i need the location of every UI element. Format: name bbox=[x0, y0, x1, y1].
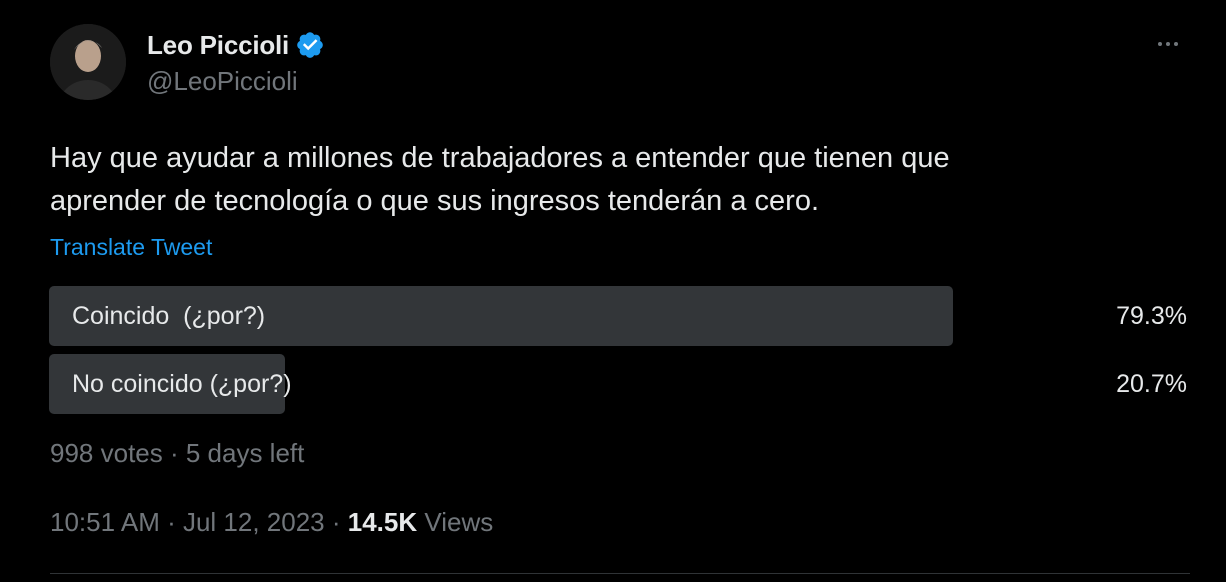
avatar-image bbox=[50, 24, 126, 100]
tweet-text: Hay que ayudar a millones de trabajadore… bbox=[50, 142, 950, 217]
avatar[interactable] bbox=[50, 24, 126, 100]
tweet-date[interactable]: Jul 12, 2023 bbox=[183, 507, 325, 537]
more-horizontal-icon[interactable] bbox=[1148, 30, 1188, 58]
verified-badge-icon[interactable] bbox=[295, 30, 325, 60]
poll-meta-separator: · bbox=[162, 438, 186, 468]
poll-option[interactable]: No coincido (¿por?) 20.7% bbox=[49, 354, 1189, 414]
poll-option-percent: 79.3% bbox=[1116, 302, 1187, 330]
divider bbox=[50, 573, 1190, 574]
author-display-name[interactable]: Leo Piccioli bbox=[147, 30, 289, 61]
tweet: Leo Piccioli @LeoPiccioli Hay que ayudar… bbox=[0, 0, 1226, 582]
poll-votes: 998 votes bbox=[50, 438, 163, 468]
poll-time-left: 5 days left bbox=[185, 438, 305, 468]
views-count: 14.5K bbox=[347, 507, 418, 537]
timestamp-separator: · bbox=[324, 507, 348, 537]
timestamp-separator: · bbox=[159, 507, 183, 537]
translate-tweet-link[interactable]: Translate Tweet bbox=[50, 234, 212, 261]
author-handle[interactable]: @LeoPiccioli bbox=[147, 66, 298, 97]
author-name-row: Leo Piccioli bbox=[147, 28, 325, 62]
poll-option-label: No coincido (¿por?) bbox=[72, 370, 292, 398]
poll-meta: 998 votes · 5 days left bbox=[50, 438, 304, 469]
poll-option[interactable]: Coincido (¿por?) 79.3% bbox=[49, 286, 1189, 346]
tweet-time[interactable]: 10:51 AM bbox=[50, 507, 160, 537]
tweet-timestamp-row: 10:51 AM · Jul 12, 2023 · 14.5K Views bbox=[50, 507, 493, 538]
poll-option-label: Coincido (¿por?) bbox=[72, 302, 266, 330]
views-label: Views bbox=[424, 507, 494, 537]
poll-option-percent: 20.7% bbox=[1116, 370, 1187, 398]
